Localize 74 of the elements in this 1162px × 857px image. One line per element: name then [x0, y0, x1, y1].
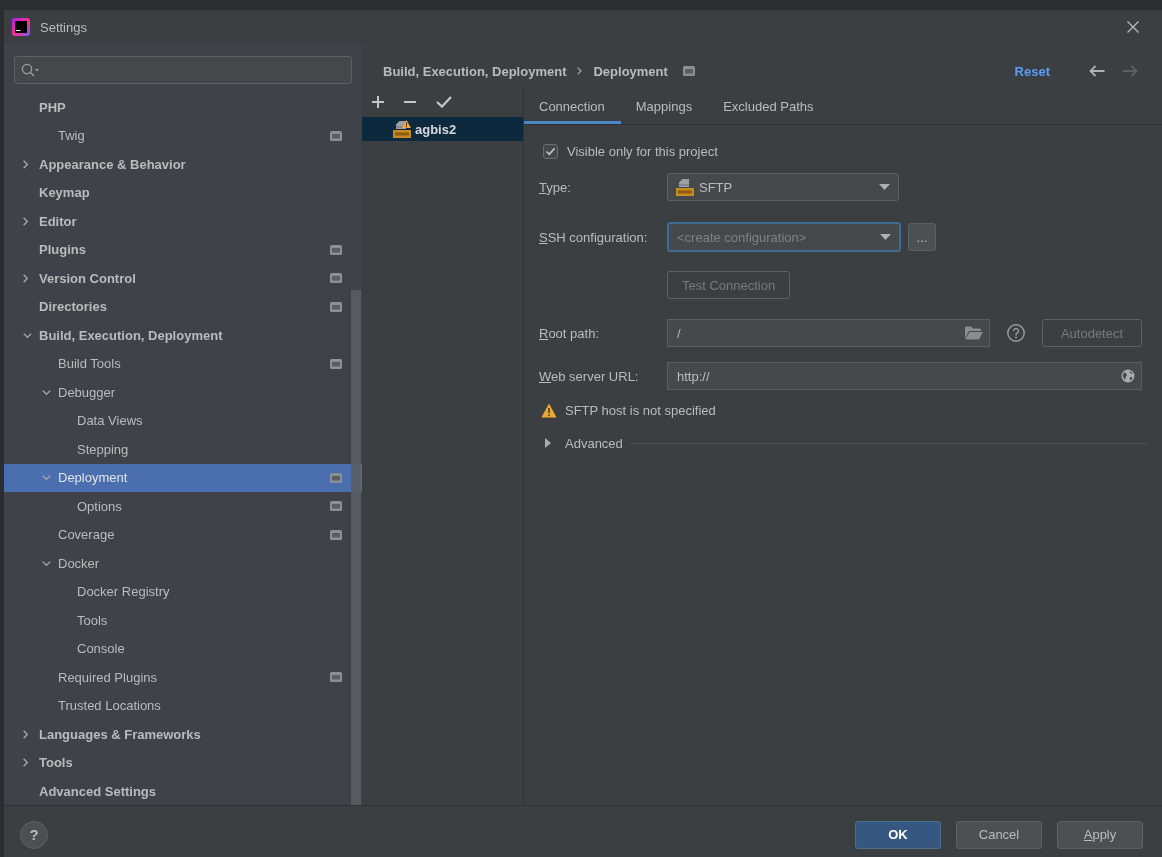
help-button[interactable]: ? [20, 820, 48, 849]
back-arrow-icon[interactable] [1089, 65, 1105, 77]
tree-item[interactable]: Version Control [4, 264, 362, 293]
tab[interactable]: Excluded Paths [708, 88, 830, 124]
triangle-right-icon[interactable] [545, 438, 551, 448]
checkbox-label[interactable]: Visible only for this project [567, 143, 718, 159]
browse-button[interactable]: ... [908, 223, 936, 251]
tree-item[interactable]: Advanced Settings [4, 777, 362, 805]
tree-item[interactable]: Required Plugins [4, 663, 362, 692]
checkbox[interactable] [543, 143, 558, 159]
dialog-button[interactable]: Apply [1057, 820, 1143, 849]
search-field[interactable] [14, 56, 352, 84]
tree-item[interactable]: Appearance & Behavior [4, 150, 362, 179]
dropdown-arrow-icon [879, 184, 890, 190]
breadcrumb-item: Deployment [593, 63, 668, 79]
ok-button[interactable]: OK [855, 820, 941, 849]
tree-item[interactable]: Build, Execution, Deployment [4, 321, 362, 350]
field-label: Web server URL: [539, 368, 640, 384]
globe-icon[interactable] [1121, 369, 1135, 383]
tree-item[interactable]: Plugins [4, 235, 362, 264]
search-icon [21, 63, 39, 77]
tree-item[interactable]: Build Tools [4, 349, 362, 378]
tree-item[interactable]: Deployment [4, 463, 362, 492]
chevron-right-icon[interactable] [23, 159, 28, 169]
tree-item[interactable]: Debugger [4, 378, 362, 407]
type-dropdown[interactable]: SFTP [667, 173, 899, 201]
dialog-button[interactable]: Cancel [956, 820, 1042, 849]
field-label: Type: [539, 179, 572, 195]
tree-item[interactable]: Directories [4, 292, 362, 321]
breadcrumb-item: Build, Execution, Deployment [383, 63, 567, 79]
server-icon [676, 178, 694, 196]
tree-item[interactable]: Stepping [4, 435, 362, 464]
tree-item[interactable]: Console [4, 634, 362, 663]
tree-item[interactable]: Docker Registry [4, 577, 362, 606]
dropdown-arrow-icon [880, 234, 891, 240]
warning-message: SFTP host is not specified [565, 402, 716, 418]
chevron-right-icon [577, 67, 583, 75]
chevron-down-icon[interactable] [42, 389, 51, 395]
chevron-right-icon[interactable] [23, 758, 28, 768]
warning-icon [541, 402, 557, 418]
web-server-url-field[interactable]: http:// [667, 362, 1142, 390]
field-label: Root path: [539, 325, 600, 341]
root-path-field[interactable]: / [667, 319, 990, 347]
plus-icon[interactable] [372, 96, 384, 108]
tree-item[interactable]: Docker [4, 549, 362, 578]
scrollbar[interactable] [351, 290, 361, 805]
help-icon[interactable] [1007, 324, 1025, 342]
window-title: Settings [40, 19, 87, 35]
tree-item[interactable]: Options [4, 492, 362, 521]
tree-item[interactable]: Trusted Locations [4, 691, 362, 720]
folder-icon[interactable] [965, 326, 983, 340]
close-icon [1127, 21, 1139, 33]
tree-item[interactable]: Twig [4, 121, 362, 150]
field-label: SSH configuration: [539, 229, 649, 245]
tree-item[interactable]: Tools [4, 606, 362, 635]
chevron-down-icon[interactable] [23, 332, 32, 338]
app-logo-icon [12, 18, 30, 36]
tree-item[interactable]: Data Views [4, 406, 362, 435]
chevron-right-icon[interactable] [23, 273, 28, 283]
tab[interactable]: Connection [524, 88, 621, 124]
tree-item[interactable]: Editor [4, 207, 362, 236]
chevron-right-icon[interactable] [23, 729, 28, 739]
server-list-item[interactable]: agbis2 [362, 117, 523, 141]
tree-item[interactable]: Tools [4, 748, 362, 777]
tab[interactable]: Mappings [620, 88, 709, 124]
tree-item[interactable]: Languages & Frameworks [4, 720, 362, 749]
chevron-down-icon[interactable] [42, 560, 51, 566]
checkmark-icon[interactable] [436, 96, 452, 108]
chevron-right-icon[interactable] [23, 216, 28, 226]
tree-item[interactable]: Keymap [4, 178, 362, 207]
reset-link[interactable]: Reset [1014, 63, 1050, 79]
section-label[interactable]: Advanced [565, 435, 623, 451]
tree-item[interactable]: Coverage [4, 520, 362, 549]
tree-item[interactable]: PHP [4, 93, 362, 122]
